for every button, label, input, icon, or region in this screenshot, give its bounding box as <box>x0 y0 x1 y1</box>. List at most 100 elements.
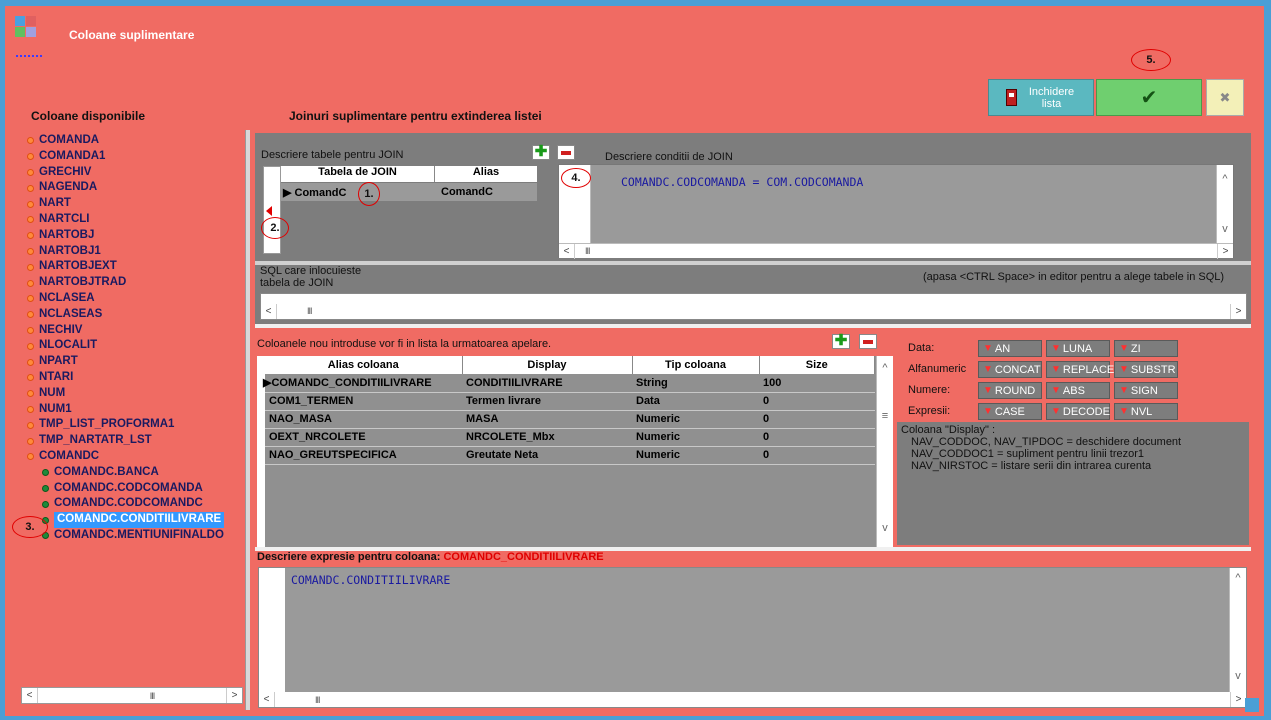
table-cell[interactable]: Data <box>632 392 759 411</box>
col-type-header[interactable]: Tip coloana <box>632 356 760 374</box>
tree-item[interactable]: COMANDA <box>27 133 247 149</box>
tree-item[interactable]: COMANDA1 <box>27 149 247 165</box>
function-button-case[interactable]: ▼ CASE <box>978 403 1042 420</box>
col-size-header[interactable]: Size <box>759 356 875 374</box>
scroll-right-icon[interactable]: > <box>1230 303 1246 319</box>
sql-hscroll[interactable]: < III > <box>261 303 1246 319</box>
tree-item[interactable]: NAGENDA <box>27 180 247 196</box>
ok-button[interactable]: ✔ <box>1096 79 1202 116</box>
scroll-right-icon[interactable]: > <box>1230 692 1246 707</box>
table-cell[interactable]: Numeric <box>632 410 759 429</box>
scroll-thumb[interactable]: III <box>307 306 312 316</box>
resize-grip-icon[interactable] <box>1245 698 1259 712</box>
table-cell[interactable]: ▶COMANDC_CONDITIILIVRARE <box>263 374 462 393</box>
table-row[interactable]: COM1_TERMEN Termen livrare Data 0 <box>265 392 875 411</box>
table-cell[interactable]: Greutate Neta <box>462 446 632 465</box>
remove-join-button[interactable] <box>557 145 575 160</box>
tree-item[interactable]: NARTCLI <box>27 212 247 228</box>
function-button-concat[interactable]: ▼ CONCAT <box>978 361 1042 378</box>
expression-vscroll[interactable]: ^ v <box>1229 568 1246 692</box>
scroll-thumb[interactable]: III <box>78 691 226 701</box>
tree-item[interactable]: NTARI <box>27 370 247 386</box>
function-button-sign[interactable]: ▼ SIGN <box>1114 382 1178 399</box>
tree-item[interactable]: NARTOBJTRAD <box>27 275 247 291</box>
tree-item[interactable]: NCLASEA <box>27 291 247 307</box>
table-cell[interactable]: 0 <box>759 428 875 447</box>
tree-item[interactable]: NUM1 <box>27 402 247 418</box>
table-cell[interactable]: MASA <box>462 410 632 429</box>
tree-item[interactable]: NARTOBJ <box>27 228 247 244</box>
scroll-right-icon[interactable]: > <box>1217 243 1233 259</box>
function-button-zi[interactable]: ▼ ZI <box>1114 340 1178 357</box>
table-cell[interactable]: COM1_TERMEN <box>265 392 462 411</box>
function-button-decode[interactable]: ▼ DECODE <box>1046 403 1110 420</box>
tree-hscroll[interactable]: < III > <box>21 687 243 704</box>
table-cell[interactable]: NRCOLETE_Mbx <box>462 428 632 447</box>
table-cell[interactable]: String <box>632 374 759 393</box>
scroll-thumb[interactable]: III <box>315 695 320 705</box>
join-condition-vscroll[interactable]: ^ v <box>1216 165 1233 243</box>
col-display-header[interactable]: Display <box>462 356 633 374</box>
table-cell[interactable]: Numeric <box>632 428 759 447</box>
scroll-right-icon[interactable]: > <box>226 688 242 703</box>
tree-item[interactable]: NARTOBJ1 <box>27 244 247 260</box>
tree-child-item[interactable]: COMANDC.BANCA <box>27 465 247 481</box>
table-cell[interactable]: OEXT_NRCOLETE <box>265 428 462 447</box>
tree-child-item[interactable]: COMANDC.CODCOMANDC <box>27 496 247 512</box>
expression-hscroll[interactable]: < III > <box>259 692 1246 707</box>
table-cell[interactable]: 0 <box>759 410 875 429</box>
function-button-luna[interactable]: ▼ LUNA <box>1046 340 1110 357</box>
table-row[interactable]: OEXT_NRCOLETE NRCOLETE_Mbx Numeric 0 <box>265 428 875 447</box>
tree-item[interactable]: NECHIV <box>27 323 247 339</box>
tree-item[interactable]: TMP_NARTATR_LST <box>27 433 247 449</box>
tree-item[interactable]: GRECHIV <box>27 165 247 181</box>
function-button-nvl[interactable]: ▼ NVL <box>1114 403 1178 420</box>
tree-child-item[interactable]: COMANDC.CONDITIILIVRARE <box>27 512 247 528</box>
scroll-left-icon[interactable]: < <box>22 688 38 703</box>
join-condition-editor[interactable]: COMANDC.CODCOMANDA = COM.CODCOMANDA ^ v <… <box>558 164 1234 259</box>
function-button-abs[interactable]: ▼ ABS <box>1046 382 1110 399</box>
columns-vscroll[interactable]: ^ ≡ v <box>876 356 893 549</box>
function-button-an[interactable]: ▼ AN <box>978 340 1042 357</box>
table-cell[interactable]: CONDITIILIVRARE <box>462 374 632 393</box>
tree-item[interactable]: NART <box>27 196 247 212</box>
scroll-thumb[interactable]: III <box>585 246 590 256</box>
scroll-left-icon[interactable]: < <box>559 243 575 259</box>
tree-item[interactable]: NPART <box>27 354 247 370</box>
table-cell[interactable]: 0 <box>759 446 875 465</box>
scroll-left-icon[interactable]: < <box>261 303 277 319</box>
tree-child-item[interactable]: COMANDC.CODCOMANDA <box>27 481 247 497</box>
table-row[interactable]: NAO_GREUTSPECIFICA Greutate Neta Numeric 0 <box>265 446 875 465</box>
add-join-button[interactable]: ✚ <box>532 144 550 160</box>
table-cell[interactable]: Numeric <box>632 446 759 465</box>
remove-column-button[interactable] <box>859 334 877 349</box>
add-column-button[interactable]: ✚ <box>832 333 850 349</box>
tree-child-item[interactable]: COMANDC.MENTIUNIFINALDO <box>27 528 247 544</box>
table-cell[interactable]: 0 <box>759 392 875 411</box>
sql-editor[interactable]: < III > <box>260 293 1247 320</box>
join-condition-hscroll[interactable]: < III > <box>559 243 1233 259</box>
tree-item[interactable]: NCLASEAS <box>27 307 247 323</box>
join-row[interactable]: ▶ ComandC ComandC <box>281 183 537 201</box>
columns-grid[interactable]: Alias coloana Display Tip coloana Size ▶… <box>257 356 893 549</box>
table-row[interactable]: ▶COMANDC_CONDITIILIVRARE CONDITIILIVRARE S… <box>263 374 875 393</box>
col-alias-header[interactable]: Alias coloana <box>265 356 463 374</box>
close-list-button[interactable]: Inchidere lista <box>988 79 1094 116</box>
function-button-substr[interactable]: ▼ SUBSTR <box>1114 361 1178 378</box>
vertical-splitter[interactable] <box>245 130 250 710</box>
table-cell[interactable]: 100 <box>759 374 875 393</box>
table-cell[interactable]: NAO_GREUTSPECIFICA <box>265 446 462 465</box>
function-button-replace[interactable]: ▼ REPLACE <box>1046 361 1114 378</box>
function-button-round[interactable]: ▼ ROUND <box>978 382 1042 399</box>
expression-editor[interactable]: COMANDC.CONDITIILIVRARE ^ v < III > <box>258 567 1247 708</box>
tree-item[interactable]: TMP_LIST_PROFORMA1 <box>27 417 247 433</box>
table-cell[interactable]: Termen livrare <box>462 392 632 411</box>
cancel-button[interactable]: ✖ <box>1206 79 1244 116</box>
scroll-left-icon[interactable]: < <box>259 692 275 707</box>
table-cell[interactable]: NAO_MASA <box>265 410 462 429</box>
tree-item[interactable]: NARTOBJEXT <box>27 259 247 275</box>
tree-item[interactable]: COMANDC <box>27 449 247 465</box>
tree-item[interactable]: NUM <box>27 386 247 402</box>
table-row[interactable]: NAO_MASA MASA Numeric 0 <box>265 410 875 429</box>
tree-item[interactable]: NLOCALIT <box>27 338 247 354</box>
